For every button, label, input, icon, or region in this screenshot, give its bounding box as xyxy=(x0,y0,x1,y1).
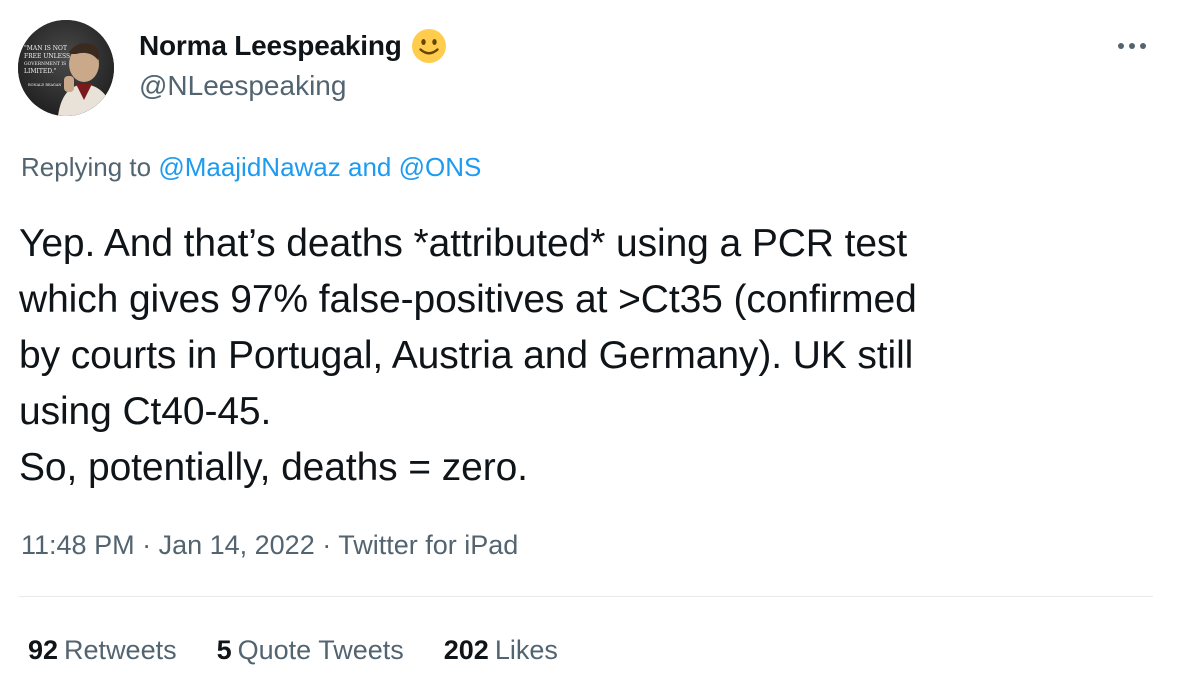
tweet-date[interactable]: Jan 14, 2022 xyxy=(159,530,315,560)
more-options-button[interactable] xyxy=(1110,34,1154,58)
replying-to-label: Replying to xyxy=(21,152,159,182)
likes-label: Likes xyxy=(494,634,558,665)
tweet-time[interactable]: 11:48 PM xyxy=(21,530,135,560)
mention-conjunction[interactable]: and xyxy=(341,152,399,182)
svg-text:RONALD REAGAN: RONALD REAGAN xyxy=(28,83,61,87)
replying-to: Replying to @MaajidNawaz and @ONS xyxy=(21,150,481,184)
tweet-text: Yep. And that’s deaths *attributed* usin… xyxy=(19,222,917,489)
retweets-label: Retweets xyxy=(64,634,177,665)
tweet-source[interactable]: Twitter for iPad xyxy=(338,530,518,560)
more-horizontal-icon xyxy=(1116,43,1149,49)
user-handle[interactable]: @NLeespeaking xyxy=(139,68,447,104)
likes-stat[interactable]: 202 Likes xyxy=(444,635,558,666)
mention-ons[interactable]: @ONS xyxy=(399,152,482,182)
tweet-header: Norma Leespeaking @NLeespeaking xyxy=(139,26,447,104)
svg-text:LIMITED.": LIMITED." xyxy=(24,68,57,75)
quote-tweets-stat[interactable]: 5 Quote Tweets xyxy=(217,635,404,666)
divider xyxy=(19,596,1153,597)
avatar-image: "MAN IS NOT FREE UNLESS GOVERNMENT IS LI… xyxy=(18,20,114,116)
retweets-count: 92 xyxy=(28,634,59,665)
svg-text:GOVERNMENT IS: GOVERNMENT IS xyxy=(24,61,66,67)
display-name-row: Norma Leespeaking xyxy=(139,26,447,66)
mention-maajidnawaz[interactable]: @MaajidNawaz xyxy=(158,152,340,182)
likes-count: 202 xyxy=(443,634,489,665)
meta-separator-2: · xyxy=(314,530,339,560)
tweet-meta: 11:48 PM · Jan 14, 2022 · Twitter for iP… xyxy=(21,525,518,565)
tweet: "MAN IS NOT FREE UNLESS GOVERNMENT IS LI… xyxy=(0,0,1188,692)
display-name[interactable]: Norma Leespeaking xyxy=(139,30,402,62)
quote-tweets-count: 5 xyxy=(216,634,232,665)
retweets-stat[interactable]: 92 Retweets xyxy=(28,635,177,666)
svg-text:"MAN IS NOT: "MAN IS NOT xyxy=(24,45,67,52)
avatar[interactable]: "MAN IS NOT FREE UNLESS GOVERNMENT IS LI… xyxy=(18,20,114,116)
svg-text:FREE UNLESS: FREE UNLESS xyxy=(24,53,70,60)
quote-tweets-label: Quote Tweets xyxy=(237,634,404,665)
slightly-smiling-face-icon xyxy=(411,28,447,64)
meta-separator: · xyxy=(134,530,159,560)
tweet-stats: 92 Retweets 5 Quote Tweets 202 Likes xyxy=(28,630,598,670)
